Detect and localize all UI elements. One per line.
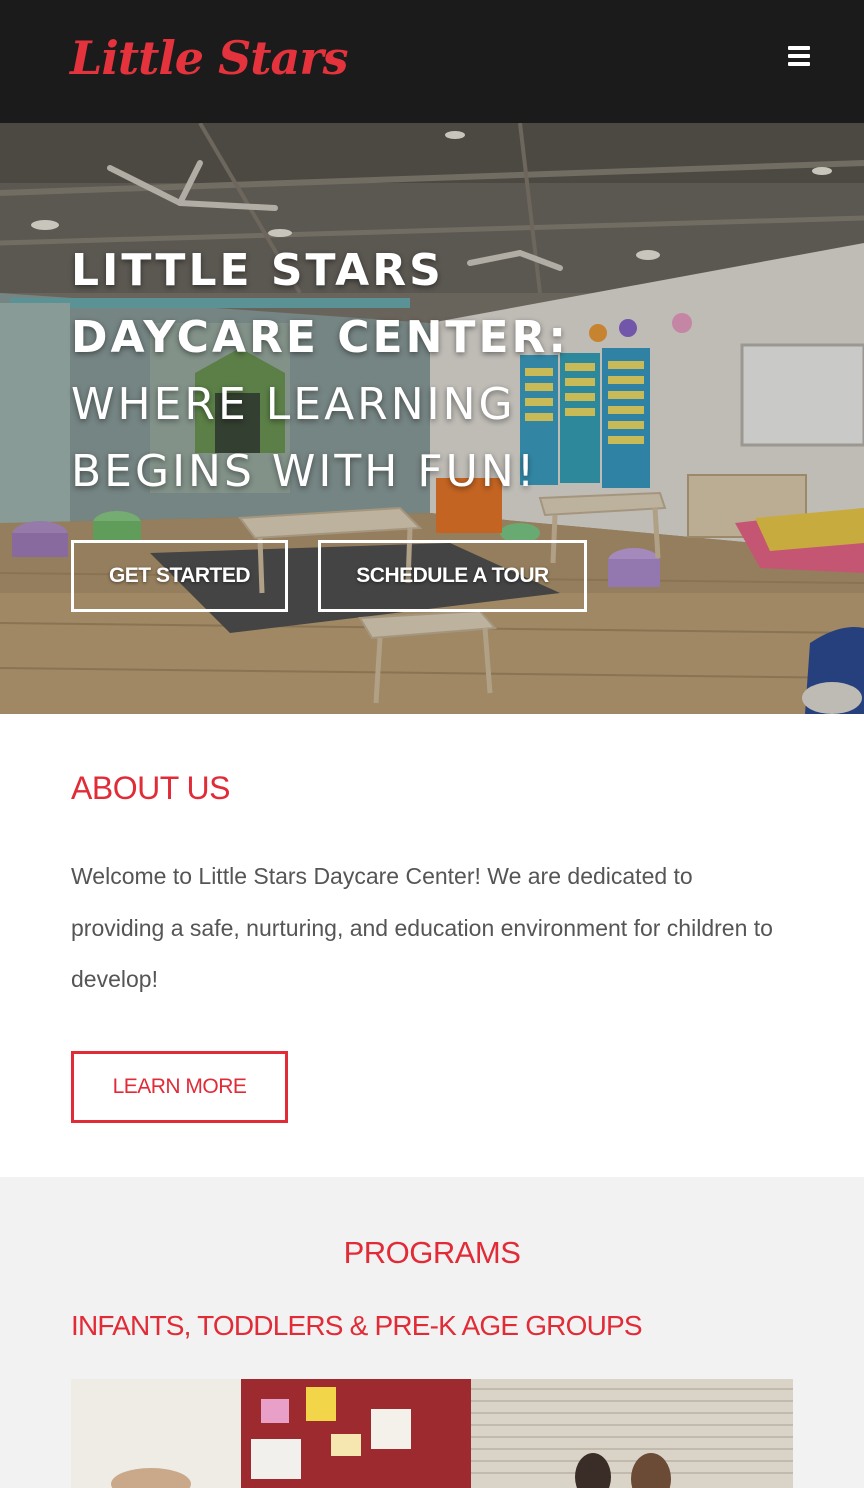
- hero-section: LITTLE STARS DAYCARE CENTER: WHERE LEARN…: [0, 123, 864, 714]
- get-started-button[interactable]: GET STARTED: [71, 540, 288, 612]
- about-description: Welcome to Little Stars Daycare Center! …: [71, 863, 773, 992]
- programs-title: PROGRAMS: [343, 1235, 521, 1270]
- hero-title-line-3: WHERE LEARNING: [71, 379, 516, 430]
- programs-subtitle: INFANTS, TODDLERS & PRE-K AGE GROUPS: [71, 1310, 643, 1341]
- schedule-tour-button[interactable]: SCHEDULE A TOUR: [318, 540, 587, 612]
- site-header: Little Stars: [0, 0, 864, 123]
- program-image: [71, 1379, 793, 1488]
- site-logo[interactable]: Little Stars: [70, 28, 348, 88]
- hamburger-menu-icon[interactable]: [786, 44, 812, 68]
- hero-title-line-2: DAYCARE CENTER:: [71, 312, 569, 363]
- learn-more-button[interactable]: LEARN MORE: [71, 1051, 288, 1123]
- hero-title: LITTLE STARS DAYCARE CENTER: WHERE LEARN…: [71, 237, 631, 505]
- about-title: ABOUT US: [71, 770, 231, 806]
- programs-section: PROGRAMS INFANTS, TODDLERS & PRE-K AGE G…: [0, 1177, 864, 1488]
- hero-title-line-4: BEGINS WITH FUN!: [71, 446, 538, 497]
- hero-title-line-1: LITTLE STARS: [71, 245, 444, 296]
